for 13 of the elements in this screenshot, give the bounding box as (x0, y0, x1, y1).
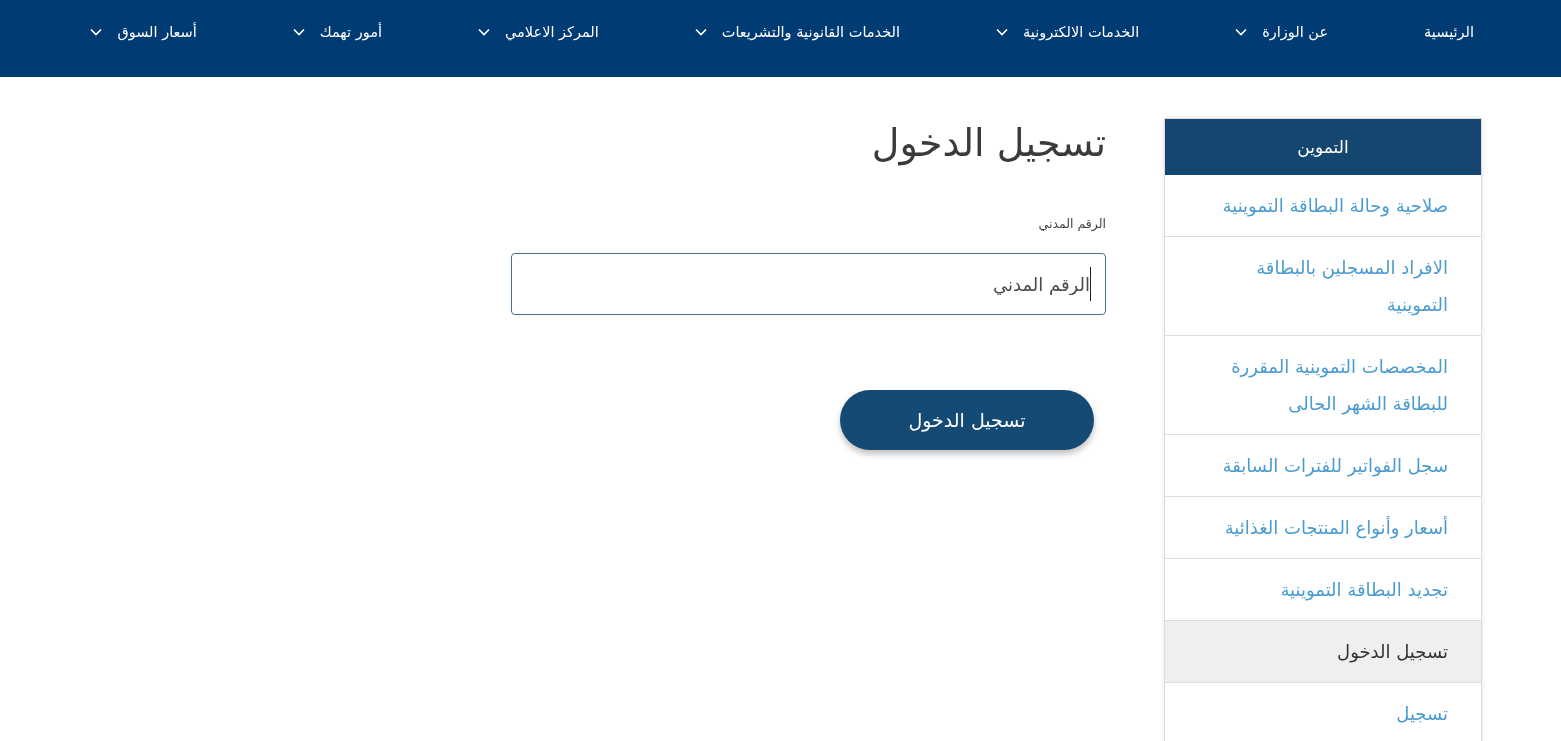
nav-link[interactable]: الخدمات الالكترونية (996, 22, 1140, 42)
nav-link[interactable]: أمور تهمك (292, 22, 382, 42)
nav-link[interactable]: الرئيسية (1424, 22, 1474, 42)
nav-link[interactable]: الخدمات القانونية والتشريعات (694, 22, 900, 42)
nav-link[interactable]: المركز الاعلامي (477, 22, 599, 42)
sidebar-link[interactable]: تسجيل الدخول (1165, 621, 1481, 683)
input-field[interactable]: الرقم المدني (511, 253, 1106, 315)
nav-link[interactable]: أسعار السوق (90, 22, 197, 42)
field-label: الرقم المدني (1038, 215, 1106, 233)
page-title: تسجيل الدخول (871, 120, 1106, 168)
nav-link[interactable]: عن الوزارة (1235, 22, 1329, 42)
sidebar-header: التموين (1165, 119, 1481, 175)
login-button[interactable]: تسجيل الدخول (840, 390, 1094, 450)
